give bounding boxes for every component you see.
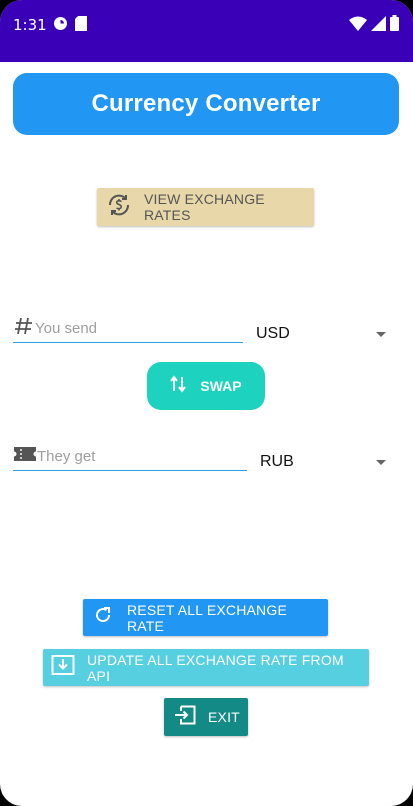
- hash-icon: [13, 316, 35, 341]
- you-send-placeholder: You send: [35, 320, 98, 337]
- view-exchange-rates-label: VIEW EXCHANGE RATES: [144, 191, 265, 223]
- page-title: Currency Converter: [91, 90, 321, 117]
- reset-all-exchange-rate-button[interactable]: RESET ALL EXCHANGE RATE: [83, 599, 328, 636]
- title-card: Currency Converter: [13, 73, 399, 135]
- receive-currency-select[interactable]: RUB: [260, 447, 386, 477]
- dropdown-arrow-icon: [376, 331, 386, 337]
- refresh-icon: [93, 605, 113, 630]
- they-get-placeholder: They get: [37, 448, 96, 465]
- send-currency-select[interactable]: USD: [256, 319, 386, 349]
- status-indicators: [349, 15, 399, 36]
- send-currency-value: USD: [256, 325, 290, 342]
- update-exchange-rate-from-api-button[interactable]: UPDATE ALL EXCHANGE RATE FROM API: [43, 649, 369, 686]
- signal-icon: [371, 15, 386, 36]
- they-get-input[interactable]: They get: [13, 443, 247, 471]
- swap-vert-icon: [170, 374, 187, 398]
- ticket-icon: [13, 445, 37, 468]
- swap-label: SWAP: [200, 378, 242, 394]
- battery-icon: [390, 15, 399, 36]
- dropdown-arrow-icon: [376, 459, 386, 465]
- exit-button[interactable]: EXIT: [164, 698, 248, 736]
- reset-label: RESET ALL EXCHANGE RATE: [127, 601, 287, 634]
- you-send-input[interactable]: You send: [13, 315, 243, 343]
- update-label: UPDATE ALL EXCHANGE RATE FROM API: [87, 651, 344, 684]
- app-screen: 1:31 Currency Converter VIEW EXCHANGE RA…: [0, 0, 413, 806]
- receive-currency-value: RUB: [260, 453, 294, 470]
- wifi-icon: [349, 16, 367, 36]
- sim-card-icon: [75, 16, 87, 36]
- exit-icon: [174, 705, 196, 730]
- swap-button[interactable]: SWAP: [147, 362, 265, 410]
- status-time: 1:31: [13, 16, 47, 34]
- data-saver-icon: [53, 16, 68, 36]
- status-bar: 1:31: [0, 0, 413, 62]
- view-exchange-rates-button[interactable]: VIEW EXCHANGE RATES: [97, 188, 314, 226]
- exit-label: EXIT: [208, 709, 240, 725]
- download-icon: [51, 654, 75, 681]
- currency-exchange-icon: [106, 192, 132, 223]
